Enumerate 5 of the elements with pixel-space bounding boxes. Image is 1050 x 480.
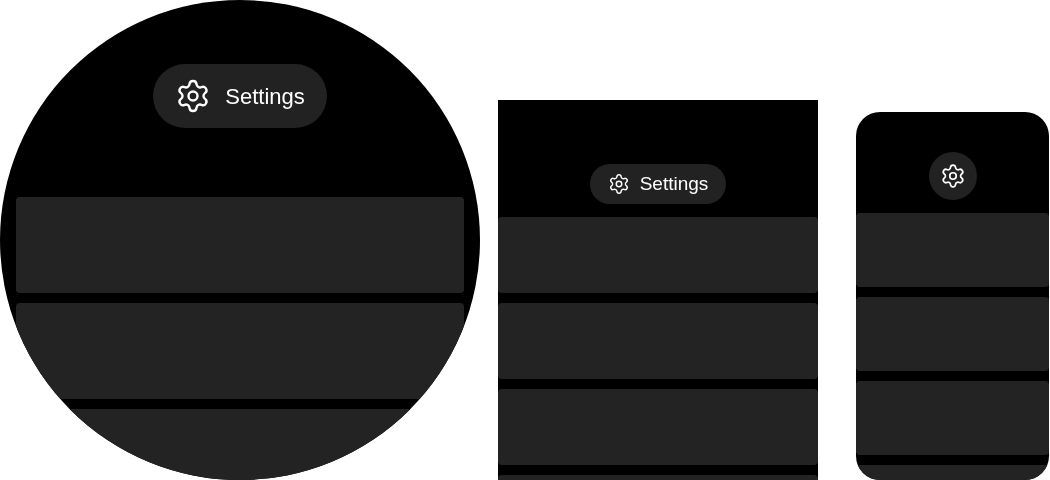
settings-icon — [939, 163, 966, 189]
settings-chip[interactable] — [928, 152, 977, 200]
settings-chip[interactable]: Settings — [153, 64, 327, 128]
settings-icon — [607, 173, 630, 195]
settings-chip[interactable]: Settings — [589, 164, 727, 204]
